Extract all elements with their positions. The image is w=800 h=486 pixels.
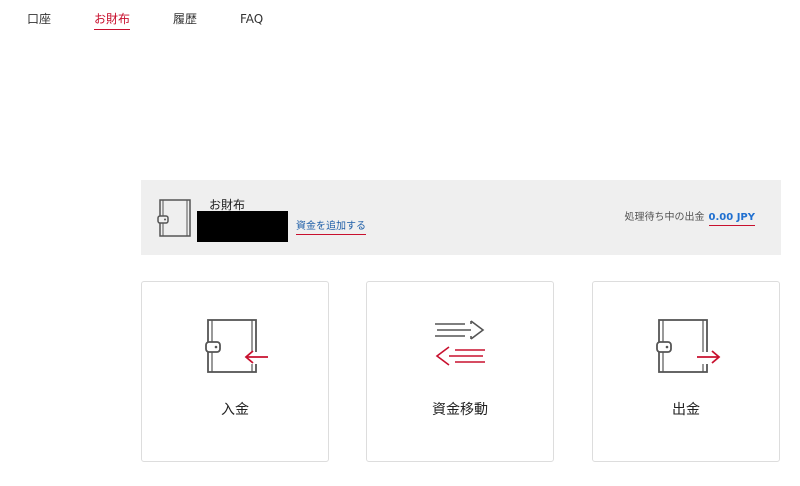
pending-withdrawal-amount[interactable]: 0.00 JPY bbox=[708, 212, 755, 226]
nav-item-wallet-label: お財布 bbox=[94, 12, 131, 26]
withdraw-label: 出金 bbox=[672, 402, 700, 418]
redacted-balance bbox=[197, 211, 288, 242]
pending-amount-underline bbox=[708, 225, 755, 226]
pending-withdrawal-label: 処理待ち中の出金 bbox=[624, 212, 705, 223]
nav-item-wallet[interactable]: お財布 bbox=[94, 12, 131, 30]
wallet-icon bbox=[157, 199, 191, 237]
nav-active-underline bbox=[94, 29, 131, 30]
pending-amount-value: 0.00 JPY bbox=[708, 212, 755, 223]
nav-item-account[interactable]: 口座 bbox=[27, 12, 51, 26]
add-funds-label: 資金を追加する bbox=[296, 221, 366, 232]
wallet-deposit-icon bbox=[205, 319, 270, 373]
add-funds-underline bbox=[296, 234, 366, 235]
withdraw-card[interactable]: 出金 bbox=[592, 281, 780, 462]
add-funds-link[interactable]: 資金を追加する bbox=[296, 221, 366, 235]
transfer-arrows-icon bbox=[435, 320, 485, 366]
deposit-label: 入金 bbox=[221, 402, 249, 418]
transfer-card[interactable]: 資金移動 bbox=[366, 281, 554, 462]
wallet-summary: お財布 資金を追加する 処理待ち中の出金 0.00 JPY bbox=[141, 180, 781, 255]
nav-item-faq-label: FAQ bbox=[240, 12, 264, 26]
deposit-card[interactable]: 入金 bbox=[141, 281, 329, 462]
nav-item-history[interactable]: 履歴 bbox=[173, 12, 197, 26]
top-navigation: 口座 お財布 履歴 FAQ bbox=[0, 0, 800, 40]
wallet-withdraw-icon bbox=[656, 319, 721, 373]
transfer-label: 資金移動 bbox=[432, 402, 488, 418]
nav-item-account-label: 口座 bbox=[27, 12, 52, 26]
nav-item-faq[interactable]: FAQ bbox=[240, 12, 263, 26]
pending-withdrawal: 処理待ち中の出金 0.00 JPY bbox=[624, 212, 755, 226]
wallet-title: お財布 bbox=[209, 198, 246, 212]
nav-item-history-label: 履歴 bbox=[173, 12, 198, 26]
